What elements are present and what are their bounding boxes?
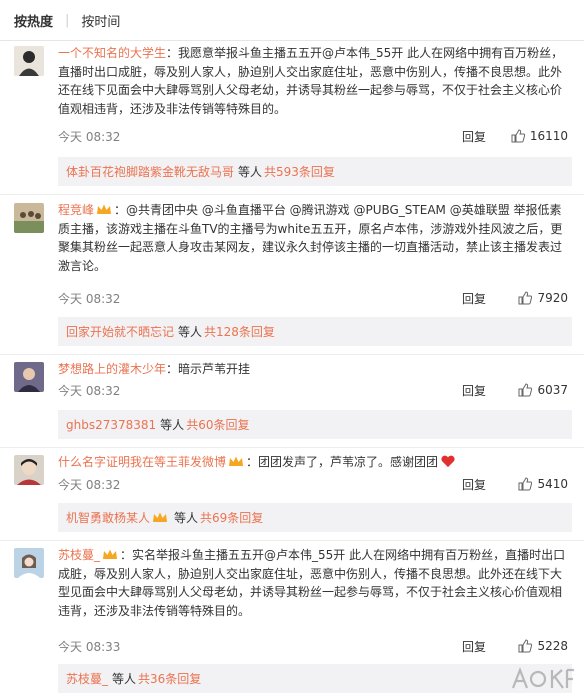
sub-reply-user[interactable]: 回家开始就不晒忘记 bbox=[66, 323, 174, 340]
reply-button[interactable]: 回复 bbox=[462, 382, 486, 399]
avatar[interactable] bbox=[14, 203, 44, 233]
comment-text: ：实名举报斗鱼主播五五开@卢本伟_55开 此人在网络中拥有百万粉丝，直播时出口成… bbox=[58, 548, 566, 618]
sub-reply-user[interactable]: 苏枝蔓_ bbox=[66, 670, 108, 687]
comment-body: 什么名字证明我在等王菲发微博 ：团团发声了，芦苇凉了。感谢团团 bbox=[58, 453, 572, 472]
comment-body: 梦想路上的灌木少年：暗示芦苇开挂 bbox=[58, 360, 572, 379]
reply-button[interactable]: 回复 bbox=[462, 128, 486, 145]
avatar[interactable] bbox=[14, 46, 44, 76]
sub-replies-box[interactable]: ghbs27378381 等人 共60条回复 bbox=[58, 410, 572, 439]
thumbs-up-icon bbox=[518, 383, 533, 397]
reply-button[interactable]: 回复 bbox=[462, 638, 486, 655]
comment-time: 今天 08:32 bbox=[58, 477, 121, 492]
comment-divider bbox=[0, 540, 584, 541]
avatar[interactable] bbox=[14, 455, 44, 485]
like-count: 5228 bbox=[537, 639, 568, 653]
sub-replies-box[interactable]: 体卦百花袍脚踏紫金靴无敌马哥 等人 共593条回复 bbox=[58, 157, 572, 186]
comment-meta: 今天 08:32 回复 5410 bbox=[58, 475, 572, 493]
comment-text: ：暗示芦苇开挂 bbox=[166, 362, 251, 376]
like-count: 6037 bbox=[537, 383, 568, 397]
comment-body: 程竞峰 ：@共青团中央 @斗鱼直播平台 @腾讯游戏 @PUBG_STEAM @英雄… bbox=[58, 201, 572, 275]
comment-meta: 今天 08:32 回复 16110 bbox=[58, 127, 572, 145]
comment-body: 一个不知名的大学生：我愿意举报斗鱼主播五五开@卢本伟_55开 此人在网络中拥有百… bbox=[58, 44, 572, 118]
vip-crown-icon bbox=[229, 456, 244, 466]
sub-replies-box[interactable]: 机智勇敢杨某人 等人 共69条回复 bbox=[58, 503, 572, 532]
sub-reply-user[interactable]: ghbs27378381 bbox=[66, 418, 156, 432]
reply-button[interactable]: 回复 bbox=[462, 476, 486, 493]
sub-reply-count-link[interactable]: 共60条回复 bbox=[186, 416, 249, 433]
comment-time: 今天 08:32 bbox=[58, 291, 121, 306]
comment-text: ：团团发声了，芦苇凉了。感谢团团 bbox=[246, 455, 439, 469]
heart-emoji-icon bbox=[441, 455, 455, 468]
sub-reply-etc: 等人 bbox=[160, 418, 185, 432]
sub-reply-user[interactable]: 体卦百花袍脚踏紫金靴无敌马哥 bbox=[66, 163, 234, 180]
like-button[interactable]: 5228 bbox=[518, 639, 568, 653]
sub-replies-box[interactable]: 苏枝蔓_ 等人 共36条回复 bbox=[58, 664, 572, 693]
comment-username[interactable]: 什么名字证明我在等王菲发微博 bbox=[58, 455, 226, 469]
thumbs-up-icon bbox=[511, 129, 525, 143]
comment-time: 今天 08:32 bbox=[58, 129, 121, 144]
comment-divider bbox=[0, 194, 584, 195]
sub-reply-etc: 等人 bbox=[178, 325, 203, 339]
comment-meta: 今天 08:32 回复 7920 bbox=[58, 289, 572, 307]
thumbs-up-icon bbox=[518, 477, 533, 491]
sort-by-hot-tab[interactable]: 按热度 bbox=[14, 11, 53, 30]
site-watermark-logo bbox=[511, 666, 574, 689]
top-divider bbox=[0, 40, 584, 41]
comment-username[interactable]: 苏枝蔓_ bbox=[58, 548, 100, 562]
comment-divider bbox=[0, 447, 584, 448]
comment-text: ：@共青团中央 @斗鱼直播平台 @腾讯游戏 @PUBG_STEAM @英雄联盟 … bbox=[58, 203, 563, 273]
thumbs-up-icon bbox=[518, 639, 533, 653]
sort-bar: 按热度 | 按时间 bbox=[0, 0, 584, 40]
like-count: 5410 bbox=[537, 477, 568, 491]
sub-reply-etc: 等人 bbox=[112, 672, 137, 686]
like-count: 16110 bbox=[529, 129, 568, 143]
avatar[interactable] bbox=[14, 548, 44, 578]
comment-time: 今天 08:32 bbox=[58, 383, 121, 398]
sub-reply-user[interactable]: 机智勇敢杨某人 bbox=[66, 509, 150, 526]
comment-meta: 今天 08:32 回复 6037 bbox=[58, 381, 572, 399]
sub-reply-count-link[interactable]: 共593条回复 bbox=[264, 163, 335, 180]
reply-button[interactable]: 回复 bbox=[462, 290, 486, 307]
comment-username[interactable]: 梦想路上的灌木少年 bbox=[58, 362, 166, 376]
comment-username[interactable]: 一个不知名的大学生 bbox=[58, 46, 166, 60]
sub-reply-count-link[interactable]: 共69条回复 bbox=[200, 509, 263, 526]
vip-crown-icon bbox=[153, 512, 168, 522]
sort-separator: | bbox=[65, 12, 70, 28]
sub-replies-box[interactable]: 回家开始就不晒忘记 等人 共128条回复 bbox=[58, 317, 572, 346]
like-button[interactable]: 16110 bbox=[511, 129, 568, 143]
thumbs-up-icon bbox=[518, 291, 533, 305]
comment-username[interactable]: 程竞峰 bbox=[58, 203, 94, 217]
comment-body: 苏枝蔓_ ：实名举报斗鱼主播五五开@卢本伟_55开 此人在网络中拥有百万粉丝，直播… bbox=[58, 546, 572, 620]
avatar[interactable] bbox=[14, 362, 44, 392]
like-button[interactable]: 6037 bbox=[518, 383, 568, 397]
sub-reply-count-link[interactable]: 共128条回复 bbox=[204, 323, 275, 340]
sub-reply-count-link[interactable]: 共36条回复 bbox=[138, 670, 201, 687]
comment-divider bbox=[0, 354, 584, 355]
comment-time: 今天 08:33 bbox=[58, 639, 121, 654]
comment-meta: 今天 08:33 回复 5228 bbox=[58, 637, 572, 655]
like-count: 7920 bbox=[537, 291, 568, 305]
like-button[interactable]: 7920 bbox=[518, 291, 568, 305]
sub-reply-etc: 等人 bbox=[238, 165, 263, 179]
like-button[interactable]: 5410 bbox=[518, 477, 568, 491]
sub-reply-etc: 等人 bbox=[174, 511, 199, 525]
vip-crown-icon bbox=[103, 549, 118, 559]
vip-crown-icon bbox=[97, 204, 112, 214]
sort-by-time-tab[interactable]: 按时间 bbox=[81, 11, 120, 30]
